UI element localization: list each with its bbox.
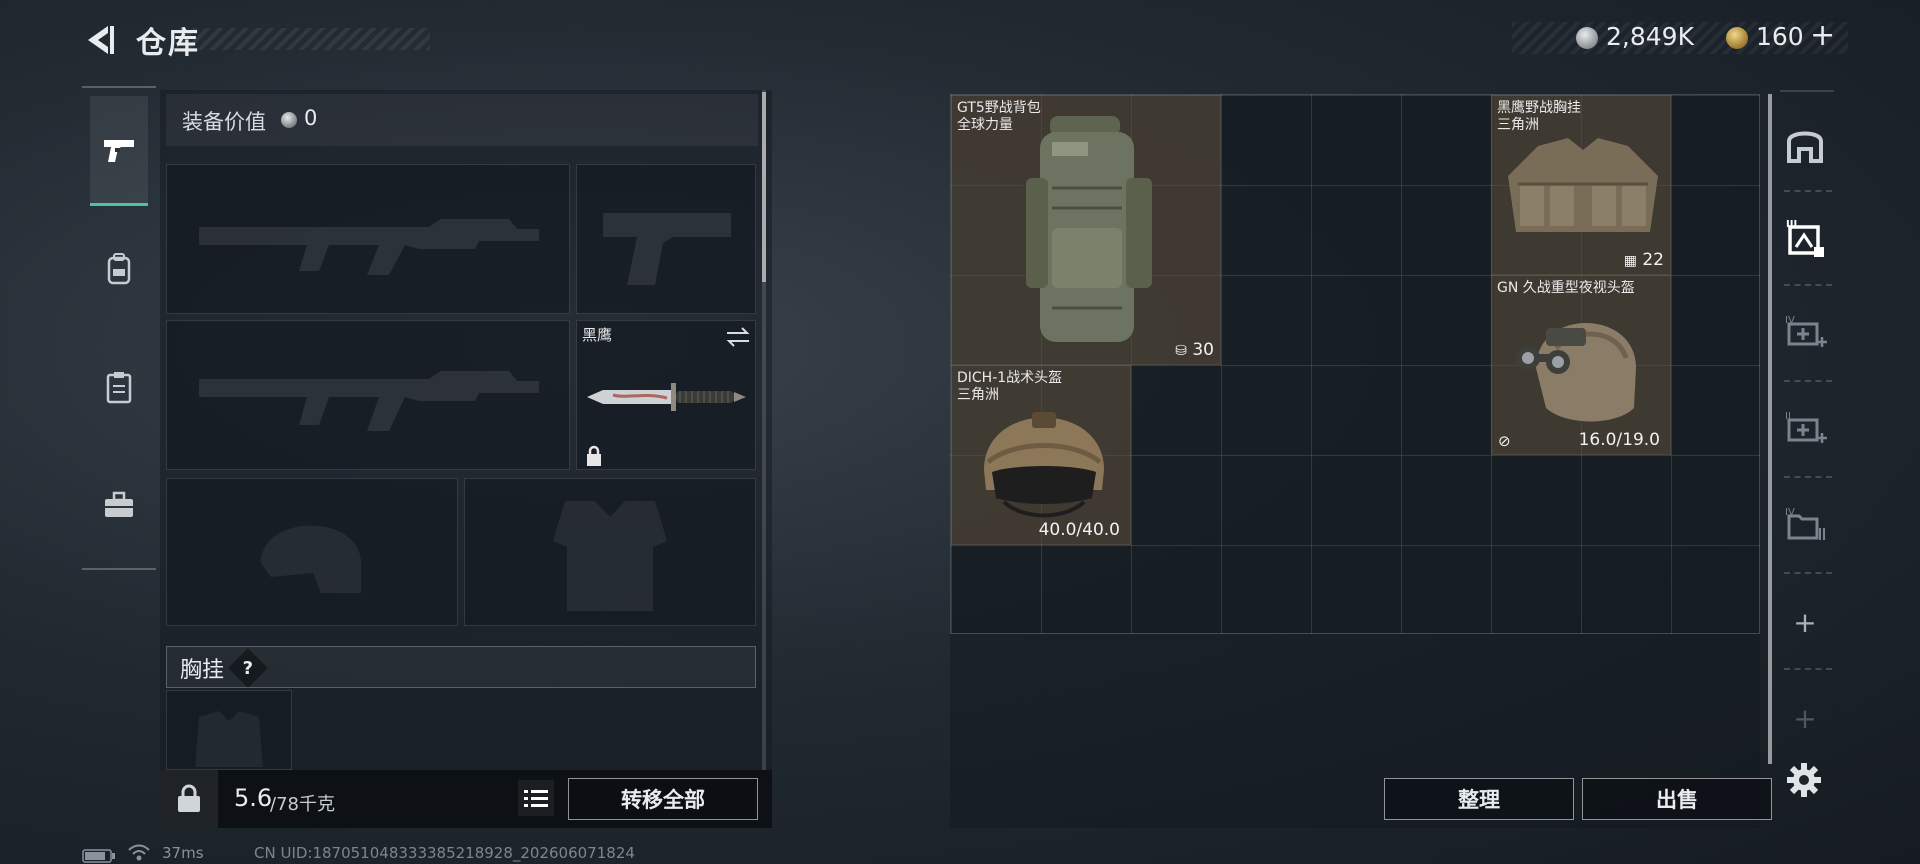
add-stash-iv-icon: IV [1785, 315, 1827, 347]
item-stat: 40.0/40.0 [1038, 520, 1120, 540]
stash-item-nvg-helmet[interactable]: GN 久战重型夜视头盔 ⊘ 16.0/19.0 [1491, 275, 1671, 455]
help-icon: ? [242, 657, 254, 679]
chest-rig-slot[interactable] [166, 690, 292, 770]
user-uid: CN UID:187051048333385218928_20260607182… [254, 844, 635, 862]
equip-value: 0 [304, 106, 318, 130]
item-name: 黑鹰野战胸挂 [1497, 100, 1581, 116]
toolbox-icon [105, 491, 133, 517]
capacity-icon: ⛁ [1175, 343, 1187, 359]
lock-icon [587, 445, 601, 466]
stash-item-backpack[interactable]: GT5野战背包 全球力量 ⛁ 30 [951, 95, 1221, 365]
stash-scrollbar[interactable] [1768, 94, 1772, 764]
sidearm-slot[interactable] [576, 164, 756, 314]
settings-button[interactable] [1784, 760, 1824, 800]
item-name: GN 久战重型夜视头盔 [1497, 280, 1635, 296]
helmet-slot[interactable] [166, 478, 458, 626]
sidebar-divider [1784, 190, 1832, 192]
melee-item-name: 黑鹰 [582, 326, 613, 344]
stash-iv-button[interactable]: IV [1780, 494, 1830, 554]
stash-tab-iii[interactable]: III [1780, 208, 1830, 268]
rifle-silhouette-icon [199, 219, 539, 275]
stash-iv-icon: IV [1785, 507, 1825, 540]
add-stash-ii-button[interactable]: II [1780, 398, 1830, 458]
add-stash-iv-button[interactable]: IV [1780, 302, 1830, 362]
weight-lock-button[interactable] [160, 770, 218, 828]
chest-rig-silhouette-icon [195, 711, 263, 767]
add-stash-button[interactable]: + [1780, 592, 1830, 652]
stash-home-icon [1787, 131, 1823, 163]
item-stat: 30 [1192, 340, 1214, 360]
item-name: DICH-1战术头盔 [957, 370, 1063, 386]
svg-text:IV: IV [1785, 315, 1795, 326]
pistol-icon [104, 139, 134, 162]
tab-weapons[interactable] [90, 96, 148, 206]
add-stash-disabled-button: + [1793, 701, 1817, 735]
stash-item-tactical-helmet[interactable]: DICH-1战术头盔 三角洲 40.0/40.0 [951, 365, 1131, 545]
weight-lock-icon [178, 784, 200, 812]
silver-coin-icon [1576, 27, 1598, 49]
weight-current: 5.6 [234, 784, 273, 812]
transfer-all-button[interactable]: 转移全部 [568, 778, 758, 820]
svg-text:II: II [1785, 411, 1791, 422]
tab-toolbox[interactable] [90, 450, 148, 560]
item-stat: 22 [1642, 250, 1664, 270]
chest-rig-label: 胸挂 [180, 658, 225, 683]
helmet-silhouette-icon [261, 525, 361, 593]
item-stat: 16.0/19.0 [1578, 430, 1660, 450]
item-subtitle: 三角洲 [1497, 117, 1539, 133]
clipboard-icon [106, 372, 132, 404]
stash-tab-active-icon: III [1786, 219, 1824, 257]
tab-gear[interactable] [90, 214, 148, 324]
backpack-icon [107, 253, 131, 285]
page-title: 仓库 [136, 26, 200, 61]
knife-icon [587, 383, 746, 411]
silver-amount: 2,849K [1606, 22, 1694, 51]
primary-weapon-slot[interactable] [166, 164, 570, 314]
backpack-icon [1026, 116, 1152, 342]
chest-rig-icon [1508, 138, 1658, 232]
sort-button[interactable]: 整理 [1384, 778, 1574, 820]
secondary-weapon-slot[interactable] [166, 320, 570, 470]
sidebar-divider [1784, 668, 1832, 670]
gold-amount: 160 [1756, 22, 1804, 51]
sidebar-divider [1784, 476, 1832, 478]
equip-value-label: 装备价值 [182, 110, 266, 134]
rifle-silhouette-icon [199, 371, 539, 431]
weight-max: /78千克 [270, 794, 335, 815]
swap-icon[interactable] [725, 327, 751, 347]
tab-clipboard[interactable] [90, 332, 148, 442]
title-decoration [180, 28, 430, 50]
silver-coin-icon [281, 112, 297, 128]
pistol-silhouette-icon [603, 213, 731, 285]
armor-slot[interactable] [464, 478, 756, 626]
stash-home-button[interactable] [1780, 114, 1830, 174]
nvg-helmet-icon [1516, 323, 1636, 422]
back-arrow-icon [88, 26, 114, 54]
ping-value: 37ms [162, 844, 204, 862]
gear-icon [1787, 763, 1821, 797]
gold-coin-icon [1726, 27, 1748, 49]
sell-button[interactable]: 出售 [1582, 778, 1772, 820]
slots-icon: ▦ [1623, 253, 1637, 269]
svg-text:III: III [1786, 219, 1797, 230]
list-view-button[interactable] [518, 780, 554, 816]
tactical-helmet-icon [984, 412, 1104, 518]
back-button[interactable] [80, 20, 120, 60]
sidebar-divider [1784, 380, 1832, 382]
wifi-icon [128, 844, 150, 864]
stash-item-chest-rig[interactable]: 黑鹰野战胸挂 三角洲 ▦ 22 [1491, 95, 1671, 275]
battery-icon [82, 848, 116, 864]
list-icon [524, 790, 548, 807]
add-stash-ii-icon: II [1785, 411, 1827, 443]
sidebar-divider [1784, 284, 1832, 286]
loadout-scroll-thumb[interactable] [762, 92, 766, 282]
sidebar-divider [1784, 572, 1832, 574]
armor-silhouette-icon [553, 501, 667, 611]
svg-text:IV: IV [1785, 507, 1795, 518]
no-repair-icon: ⊘ [1498, 432, 1511, 450]
add-currency-button[interactable]: + [1810, 18, 1835, 53]
